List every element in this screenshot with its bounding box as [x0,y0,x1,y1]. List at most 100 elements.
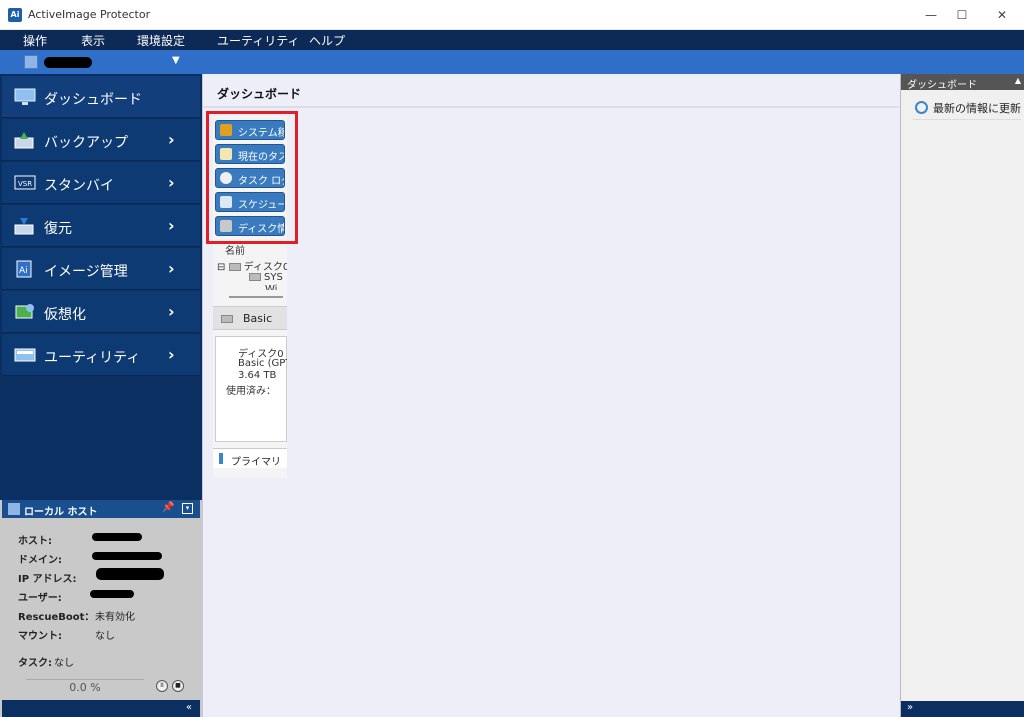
local-host-header: ローカル ホスト 📌 ▾ [2,500,200,518]
minimize-button[interactable]: — [916,5,946,25]
task-progress: 0.0 % [26,679,144,694]
scrollbar[interactable] [229,296,283,298]
refresh-label: 最新の情報に更新 [933,102,1021,115]
collapse-up-icon[interactable]: ▲ [1015,76,1021,85]
sidebar-item-label: イメージ管理 [44,264,128,280]
chevron-right-icon: › [168,216,175,235]
disk-card[interactable]: ディスク0 Basic (GPT) 3.64 TB 使用済み： [215,336,287,442]
pause-button[interactable]: II [156,680,168,692]
sidebar-item-restore[interactable]: 復元 › [2,205,200,247]
disk-icon [228,263,241,271]
sidebar-item-label: バックアップ [44,135,128,151]
tree-row-disk0[interactable]: ⊟ ディスク0 [217,258,287,273]
menu-settings[interactable]: 環境設定 [137,32,185,49]
local-host-title: ローカル ホスト [24,507,98,518]
ip-address-label: IP アドレス: [18,574,77,585]
refresh-icon [915,101,928,114]
rescueboot-label: RescueBoot： [18,612,95,623]
right-panel-header: ダッシュボード ▲ [901,74,1024,91]
right-panel-title: ダッシュボード [907,80,977,91]
tree-expander[interactable]: ⊟ [217,262,225,273]
host-selector[interactable] [44,57,92,68]
pin-icon[interactable]: 📌 [162,502,174,513]
sidebar-collapse-bar: « [2,700,200,717]
disk-used: 使用済み： [226,386,276,397]
svg-text:Ai: Ai [19,266,28,276]
partition-icon [249,273,261,281]
chevron-right-icon: › [168,302,175,321]
task-value: なし [54,658,74,669]
user-label: ユーザー: [18,593,62,604]
sidebar-item-label: スタンバイ [44,178,114,194]
task-label: タスク: [18,658,52,669]
title-bar: Ai ActiveImage Protector — ☐ ✕ [0,0,1024,30]
menu-operation[interactable]: 操作 [23,32,47,49]
image-management-icon: Ai [16,260,32,278]
maximize-button[interactable]: ☐ [947,5,977,25]
sidebar-item-label: ダッシュボード [44,92,142,108]
app-logo: Ai [8,8,22,22]
virtualization-icon [15,304,34,319]
chevron-down-icon[interactable]: ▼ [172,55,180,66]
partition-bar-icon [219,453,223,464]
computer-icon [8,503,20,515]
mount-label: マウント: [18,631,62,642]
vsr-icon: VSR [14,175,36,190]
chevron-right-icon: › [168,130,175,149]
svg-text:VSR: VSR [18,180,32,188]
sidebar-item-dashboard[interactable]: ダッシュボード [2,76,200,118]
monitor-icon [14,88,36,105]
menu-view[interactable]: 表示 [81,32,105,49]
collapse-icon[interactable]: « [186,702,192,713]
local-host-panel: ローカル ホスト 📌 ▾ ホスト: ドメイン: IP アドレス: ユーザー: R… [0,500,202,717]
tree-row-partition[interactable]: SYS [249,272,283,283]
refresh-button[interactable]: 最新の情報に更新 [913,100,1021,120]
disk-basic-label: Basic [243,312,273,325]
sidebar: ダッシュボード バックアップ › VSR スタンバイ › 復元 › Ai イメー… [0,74,202,500]
dashboard-main: ダッシュボード システム稼 現在のタス タスク ログ スケジュー ディスク情報 … [202,74,900,717]
tree-row-partition[interactable]: Wi [265,284,277,290]
domain-label: ドメイン: [18,555,62,566]
tree-node-label: SYS [264,272,283,283]
disk-type: Basic (GPT) [238,358,287,369]
user-value-redacted [90,590,134,598]
sidebar-item-label: 復元 [44,221,72,237]
close-button[interactable]: ✕ [987,5,1017,25]
host-selector-bar: ▼ [0,50,1024,74]
sidebar-item-virtualization[interactable]: 仮想化 › [2,291,200,333]
tree-node-label: Wi [265,284,278,290]
tree-column-header: 名前 [225,246,245,257]
highlight-box [206,111,298,244]
menu-utility[interactable]: ユーティリティ [217,32,300,49]
sidebar-item-utility[interactable]: ユーティリティ › [2,334,200,376]
sidebar-item-backup[interactable]: バックアップ › [2,119,200,161]
app-title: ActiveImage Protector [28,8,151,21]
page-title: ダッシュボード [217,87,302,101]
computer-icon [24,55,38,69]
ip-value-redacted [96,568,164,580]
sidebar-item-image-management[interactable]: Ai イメージ管理 › [2,248,200,290]
disk-size: 3.64 TB [238,370,277,381]
restore-icon [14,218,34,235]
host-value-redacted [92,533,142,541]
sidebar-item-label: ユーティリティ [44,350,141,366]
partition-label: プライマリ [231,457,281,468]
domain-value-redacted [92,552,162,560]
stop-button[interactable]: ■ [172,680,184,692]
chevron-right-icon: › [168,173,175,192]
utility-icon [14,348,36,362]
chevron-right-icon: › [168,345,175,364]
sidebar-item-standby[interactable]: VSR スタンバイ › [2,162,200,204]
host-label: ホスト: [18,536,52,547]
menu-help[interactable]: ヘルプ [309,32,345,49]
disk-icon [221,315,233,323]
chevron-right-icon: › [168,259,175,278]
panel-menu-icon[interactable]: ▾ [182,503,193,514]
disk-map-header: Basic [213,306,287,330]
backup-icon [14,132,34,149]
mount-value: なし [95,631,115,642]
partition-primary[interactable]: プライマリ [213,448,287,468]
right-panel: ダッシュボード ▲ 最新の情報に更新 » [900,74,1024,717]
expand-icon[interactable]: » [907,702,913,713]
dashboard-header: ダッシュボード [203,74,899,108]
